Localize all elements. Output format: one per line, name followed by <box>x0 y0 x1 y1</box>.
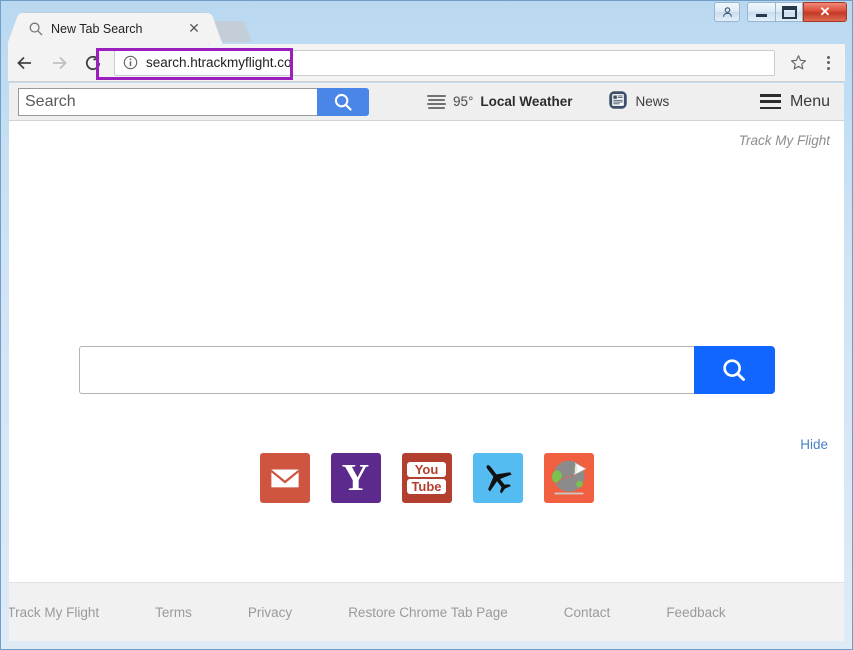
fog-icon <box>427 94 446 109</box>
toolbar-menu-button[interactable]: Menu <box>759 92 830 111</box>
globe-flight-icon <box>551 460 586 495</box>
footer-link-track-my-flight[interactable]: Track My Flight <box>9 605 127 620</box>
forward-arrow-icon <box>53 56 67 69</box>
browser-nav-bar: search.htrackmyflight.co <box>8 44 845 82</box>
back-arrow-icon <box>17 56 31 69</box>
url-text: search.htrackmyflight.co <box>146 55 292 70</box>
info-circle-icon[interactable] <box>123 55 138 70</box>
footer-link-privacy[interactable]: Privacy <box>220 605 320 620</box>
star-icon <box>790 55 806 70</box>
youtube-icon: You Tube <box>407 462 446 494</box>
bookmark-button[interactable] <box>783 48 813 78</box>
toolbar-search-button[interactable] <box>317 87 369 116</box>
toolbar-news-link[interactable]: News <box>608 90 669 113</box>
newspaper-icon <box>608 90 628 113</box>
footer-link-restore-chrome-tab-page[interactable]: Restore Chrome Tab Page <box>320 605 536 620</box>
tab-title: New Tab Search <box>51 21 143 36</box>
new-tab-button[interactable] <box>214 21 252 42</box>
shortcut-globe[interactable] <box>543 453 594 503</box>
chrome-menu-button[interactable] <box>815 48 841 78</box>
toolbar-weather-widget[interactable]: 95° Local Weather <box>427 94 572 109</box>
hamburger-icon <box>759 94 781 109</box>
footer-link-terms[interactable]: Terms <box>127 605 220 620</box>
reload-button[interactable] <box>76 46 110 80</box>
browser-window: ✕ New Tab Search ✕ search.htrackmyflight… <box>0 0 853 650</box>
tab-new-tab-search[interactable]: New Tab Search ✕ <box>22 13 208 44</box>
page-brand: Track My Flight <box>738 133 830 148</box>
address-bar[interactable]: search.htrackmyflight.co <box>114 49 775 76</box>
footer-link-feedback[interactable]: Feedback <box>638 605 753 620</box>
shortcut-gmail[interactable] <box>259 453 310 503</box>
shortcut-flight[interactable] <box>472 453 523 503</box>
gmail-icon <box>270 469 299 488</box>
forward-button[interactable] <box>42 46 76 80</box>
shortcut-yahoo[interactable]: Y <box>330 453 381 503</box>
footer-link-contact[interactable]: Contact <box>536 605 639 620</box>
tab-strip: New Tab Search ✕ <box>0 13 853 44</box>
three-dot-menu-icon <box>826 55 830 59</box>
main-search-area <box>9 346 844 394</box>
reload-icon <box>85 54 101 70</box>
yahoo-icon: Y <box>341 457 370 499</box>
weather-temperature: 95° <box>453 94 474 109</box>
shortcut-youtube[interactable]: You Tube <box>401 453 452 503</box>
tab-close-icon[interactable]: ✕ <box>186 21 202 37</box>
hide-shortcuts-link[interactable]: Hide <box>800 437 828 452</box>
search-icon <box>334 93 352 111</box>
shortcut-row: Y You Tube <box>9 453 844 503</box>
main-search-group <box>78 346 775 394</box>
main-search-button[interactable] <box>693 346 775 394</box>
toolbar-search-group <box>18 87 369 116</box>
page-footer: Track My Flight Terms Privacy Restore Ch… <box>9 582 844 641</box>
back-button[interactable] <box>8 46 42 80</box>
toolbar-search-input[interactable] <box>18 87 317 116</box>
main-search-input[interactable] <box>78 346 694 394</box>
news-label: News <box>635 94 670 109</box>
search-icon <box>723 359 745 381</box>
airplane-icon <box>486 465 512 494</box>
tab-search-icon <box>28 21 44 37</box>
weather-label: Local Weather <box>480 94 573 109</box>
menu-label: Menu <box>789 92 830 110</box>
extension-toolbar: 95° Local Weather News Menu <box>9 83 844 121</box>
page-content: Track My Flight Hide Y You Tube Track My… <box>9 121 844 641</box>
